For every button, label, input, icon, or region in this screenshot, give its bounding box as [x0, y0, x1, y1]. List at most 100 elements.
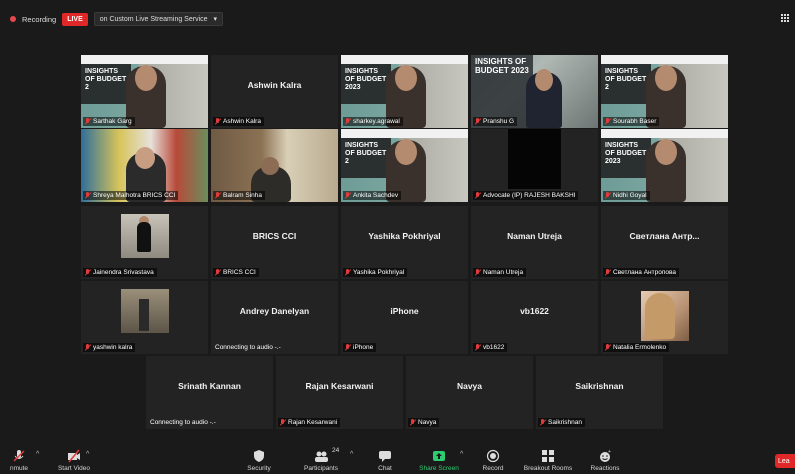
- share-screen-button[interactable]: Share Screen: [416, 449, 462, 472]
- participant-tile[interactable]: INSIGHTS OF BUDGET 2 Sarthak Garg: [81, 55, 208, 128]
- stream-target-dropdown[interactable]: on Custom Live Streaming Service ▾: [93, 12, 224, 26]
- chat-button[interactable]: Chat: [374, 449, 396, 472]
- record-icon: [486, 449, 500, 463]
- participants-count: 24: [332, 447, 340, 454]
- participant-name-label: iPhone: [343, 343, 377, 352]
- person-face: [135, 147, 155, 169]
- recording-label: Recording: [22, 14, 57, 24]
- participant-tile[interactable]: INSIGHTS OF BUDGET 2023 sharkey.agrawal: [341, 55, 468, 128]
- participant-tile[interactable]: iPhone iPhone: [341, 281, 468, 354]
- participant-tile[interactable]: Ashwin Kalra Ashwin Kalra: [211, 55, 338, 128]
- security-label: Security: [247, 465, 271, 472]
- participant-tile[interactable]: Andrey Danelyan Connecting to audio -.-: [211, 281, 338, 354]
- breakout-rooms-icon: [541, 449, 555, 463]
- participant-name-label: Ankita Sachdev: [343, 191, 402, 200]
- participants-options-caret-icon[interactable]: ^: [350, 451, 353, 458]
- banner-text: INSIGHTS OF BUDGET 2023: [345, 68, 387, 91]
- banner-text: INSIGHTS OF BUDGET 2023: [475, 57, 529, 75]
- security-button[interactable]: Security: [244, 449, 274, 472]
- profile-picture: [121, 289, 169, 333]
- participant-tile[interactable]: Rajan Kesarwani Rajan Kesarwani: [276, 356, 403, 429]
- participant-tile[interactable]: Natalia Ermolenko: [601, 281, 728, 354]
- mic-muted-icon: [475, 118, 481, 125]
- mic-muted-icon: [345, 269, 351, 276]
- participant-tile[interactable]: Navya Navya: [406, 356, 533, 429]
- record-button[interactable]: Record: [480, 449, 506, 472]
- participant-name-label: sharkey.agrawal: [343, 117, 403, 126]
- reactions-button[interactable]: + Reactions: [588, 449, 622, 472]
- mic-muted-icon: [605, 118, 611, 125]
- participant-tile[interactable]: INSIGHTS OF BUDGET 2023 Pranshu G: [471, 55, 598, 128]
- participant-tile[interactable]: yashwin kalra: [81, 281, 208, 354]
- mic-muted-icon: [345, 192, 351, 199]
- person-face: [395, 65, 417, 91]
- reactions-label: Reactions: [590, 465, 620, 472]
- breakout-rooms-button[interactable]: Breakout Rooms: [520, 449, 576, 472]
- participant-tile[interactable]: Advocate (IP) RAJESH BAKSHI: [471, 129, 598, 202]
- breakout-rooms-label: Breakout Rooms: [523, 465, 573, 472]
- mic-muted-icon: [475, 269, 481, 276]
- participant-tile[interactable]: Balram Sinha: [211, 129, 338, 202]
- participant-name: Jainendra Srivastava: [93, 269, 154, 276]
- participant-tile[interactable]: Yashika Pokhriyal Yashika Pokhriyal: [341, 206, 468, 279]
- participant-tile[interactable]: INSIGHTS OF BUDGET 2 Sourabh Baser: [601, 55, 728, 128]
- gallery-view-icon[interactable]: [781, 14, 789, 22]
- participant-name: Naman Utreja: [483, 269, 524, 276]
- banner-strip: [341, 129, 468, 138]
- stream-target-label: on Custom Live Streaming Service: [99, 15, 208, 23]
- participant-tile[interactable]: Srinath Kannan Connecting to audio -.-: [146, 356, 273, 429]
- mic-muted-icon: [280, 419, 286, 426]
- participant-name: yashwin kalra: [93, 344, 133, 351]
- start-video-button[interactable]: Start Video: [52, 449, 96, 472]
- shield-icon: [252, 449, 266, 463]
- video-off-icon: [67, 449, 81, 463]
- participant-tile[interactable]: Светлана Антр... Светлана Антропова: [601, 206, 728, 279]
- participant-name-label: Navya: [408, 418, 440, 427]
- participant-name: iPhone: [353, 344, 374, 351]
- participant-name: Sarthak Garg: [93, 118, 132, 125]
- banner-strip: [601, 55, 728, 64]
- participants-icon: [314, 449, 328, 463]
- leave-button[interactable]: Lea: [775, 454, 795, 468]
- participant-tile[interactable]: INSIGHTS OF BUDGET 2023 Nidhi Goyal: [601, 129, 728, 202]
- person-face: [655, 65, 677, 91]
- participant-tile[interactable]: INSIGHTS OF BUDGET 2 Ankita Sachdev: [341, 129, 468, 202]
- participant-tile[interactable]: BRICS CCI BRICS CCI: [211, 206, 338, 279]
- participant-display-name: Navya: [456, 380, 483, 391]
- profile-picture: [641, 291, 689, 341]
- person-face: [535, 69, 553, 91]
- mic-muted-icon: [605, 192, 611, 199]
- participant-name-label: Naman Utreja: [473, 268, 527, 277]
- participant-name-label: Ashwin Kalra: [213, 117, 264, 126]
- participant-name-label: Shreya Malhotra BRICS CCI: [83, 191, 179, 200]
- participant-name-label: Connecting to audio -.-: [148, 418, 219, 427]
- unmute-button[interactable]: nmute: [4, 449, 34, 472]
- svg-text:+: +: [608, 449, 611, 455]
- participant-tile[interactable]: Shreya Malhotra BRICS CCI: [81, 129, 208, 202]
- participant-display-name: Srinath Kannan: [178, 380, 241, 391]
- participant-name: Connecting to audio -.-: [150, 419, 216, 426]
- banner-text: INSIGHTS OF BUDGET 2: [85, 68, 127, 91]
- dark-video-area: [508, 129, 561, 189]
- participant-display-name: iPhone: [390, 305, 419, 316]
- participant-tile[interactable]: Naman Utreja Naman Utreja: [471, 206, 598, 279]
- banner-strip: [81, 55, 208, 64]
- live-badge[interactable]: LIVE: [62, 12, 88, 26]
- start-video-label: Start Video: [57, 465, 91, 472]
- participant-name: Ashwin Kalra: [223, 118, 261, 125]
- participant-name-label: Nidhi Goyal: [603, 191, 650, 200]
- participant-name: Ankita Sachdev: [353, 192, 399, 199]
- mic-muted-icon: [12, 449, 26, 463]
- share-options-caret-icon[interactable]: ^: [460, 451, 463, 458]
- chevron-down-icon: ▾: [213, 16, 218, 23]
- participant-name: Nidhi Goyal: [613, 192, 647, 199]
- participant-tile[interactable]: Saikrishnan Saikrishnan: [536, 356, 663, 429]
- participant-display-name: Saikrishnan: [575, 380, 624, 391]
- participant-tile[interactable]: vb1622 vb1622: [471, 281, 598, 354]
- audio-options-caret-icon[interactable]: ^: [36, 451, 39, 458]
- participant-tile[interactable]: Jainendra Srivastava: [81, 206, 208, 279]
- participant-name-label: Sourabh Baser: [603, 117, 660, 126]
- video-options-caret-icon[interactable]: ^: [86, 451, 89, 458]
- profile-picture: [121, 214, 169, 258]
- participant-name-label: Rajan Kesarwani: [278, 418, 341, 427]
